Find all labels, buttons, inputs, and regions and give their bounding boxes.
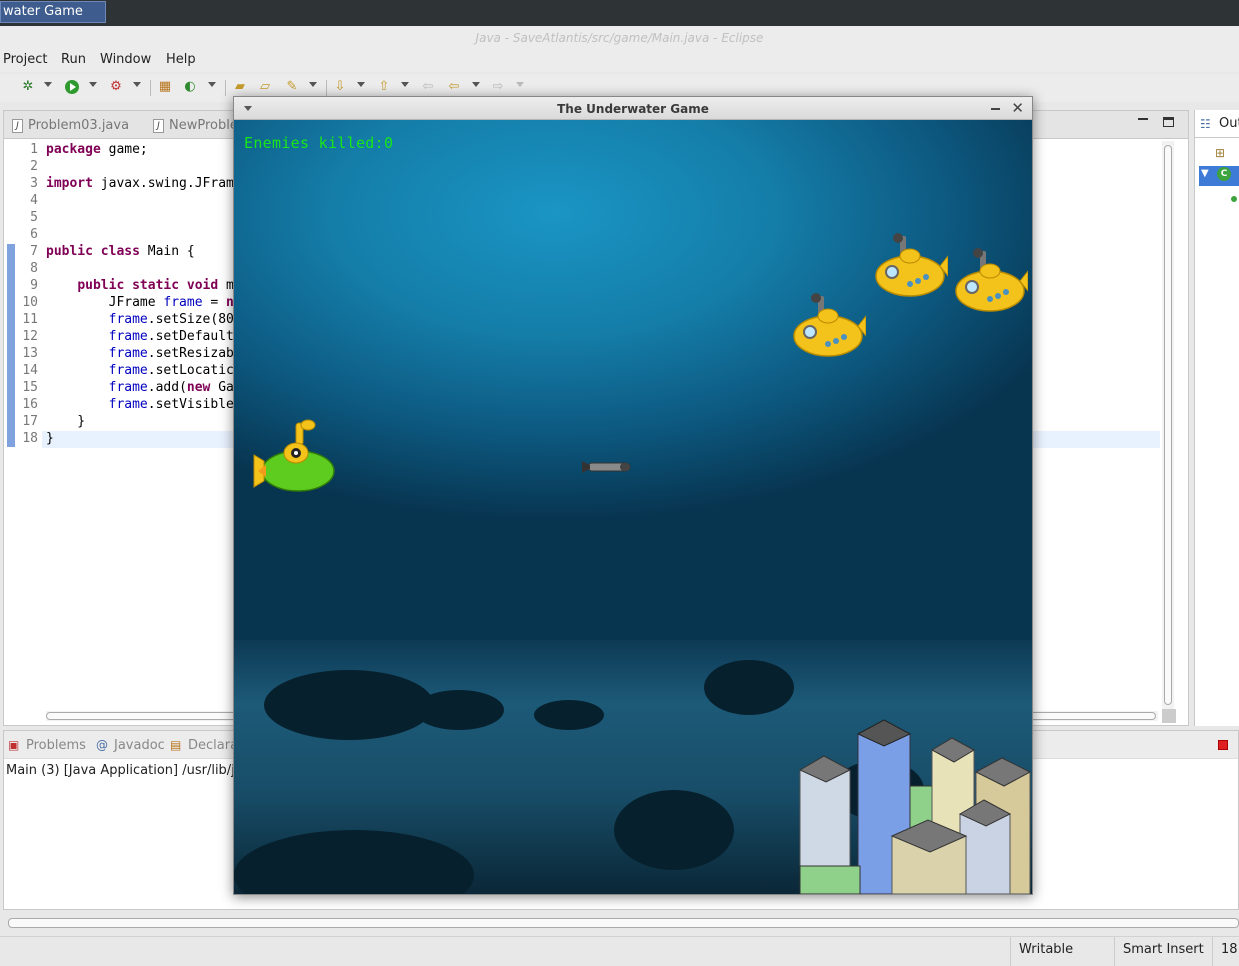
expand-toggle-icon[interactable]: ▼ <box>1201 168 1209 179</box>
debug-icon[interactable]: ✲ <box>20 79 36 95</box>
javadoc-icon: @ <box>96 738 108 752</box>
forward-dropdown-icon[interactable] <box>516 82 524 87</box>
forward-icon[interactable]: ⇨ <box>490 79 506 95</box>
previous-annotation-dropdown-icon[interactable] <box>401 82 409 87</box>
external-tools-dropdown-icon[interactable] <box>133 82 141 87</box>
eclipse-window-title: Java - SaveAtlantis/src/game/Main.java -… <box>0 26 1239 48</box>
rock <box>414 690 504 730</box>
open-type-icon[interactable]: ▰ <box>232 79 248 95</box>
cursor-position-status: 18 : <box>1212 937 1239 966</box>
toolbar-separator <box>326 80 327 96</box>
game-window-title: The Underwater Game <box>557 102 709 116</box>
enemies-killed-counter: Enemies killed:0 <box>244 134 393 152</box>
outline-item-main[interactable]: ▼ C <box>1199 166 1239 186</box>
toolbar-separator <box>150 80 151 96</box>
run-dropdown-icon[interactable] <box>89 82 97 87</box>
declaration-icon: ▤ <box>170 738 182 752</box>
rock <box>234 830 474 894</box>
next-annotation-icon[interactable]: ⇩ <box>332 79 348 95</box>
game-canvas[interactable]: Enemies killed:0 <box>234 120 1032 894</box>
search-dropdown-icon[interactable] <box>309 82 317 87</box>
tab-label: Problem03.java <box>28 118 130 133</box>
open-folder-icon[interactable]: ▱ <box>257 79 273 95</box>
enemy-submarine <box>955 248 1028 312</box>
menu-help[interactable]: Help <box>166 52 196 67</box>
class-icon: C <box>1217 167 1231 181</box>
maximize-icon[interactable] <box>1163 117 1174 127</box>
tab-label: NewProble <box>169 118 238 133</box>
minimize-icon[interactable] <box>991 108 1000 110</box>
outline-tab-label: Out <box>1219 116 1239 131</box>
last-edit-icon[interactable]: ⇦ <box>420 79 436 95</box>
game-titlebar[interactable]: The Underwater Game ✕ <box>234 97 1032 120</box>
java-file-icon: J <box>12 119 23 133</box>
system-taskbar: water Game <box>0 0 1239 26</box>
tab-problem03[interactable]: J Problem03.java <box>10 116 129 138</box>
hud-label: Enemies killed: <box>244 134 384 152</box>
enemy-submarine <box>875 233 948 297</box>
tab-javadoc[interactable]: @ Javadoc <box>96 738 165 753</box>
rock <box>534 700 604 730</box>
outline-view: ☷ Out ⊞ ▼ C <box>1194 110 1239 726</box>
rock <box>264 670 434 740</box>
rock <box>614 790 734 870</box>
tab-problems[interactable]: ▣ Problems <box>8 738 86 753</box>
next-annotation-dropdown-icon[interactable] <box>357 82 365 87</box>
atlantis-city <box>798 719 1032 894</box>
new-class-icon[interactable]: ◐ <box>182 79 198 95</box>
new-class-dropdown-icon[interactable] <box>208 82 216 87</box>
import-declarations-icon[interactable]: ⊞ <box>1215 146 1225 160</box>
external-tools-icon[interactable]: ⚙ <box>108 79 124 95</box>
status-bar: Writable Smart Insert 18 : <box>0 936 1239 966</box>
scrollbar-thumb[interactable] <box>1164 145 1172 705</box>
search-icon[interactable]: ✎ <box>284 79 300 95</box>
console-process-label: Main (3) [Java Application] /usr/lib/jvm… <box>6 763 260 778</box>
tab-outline[interactable]: ☷ Out <box>1195 110 1239 138</box>
tab-declaration[interactable]: ▤ Declara <box>170 738 238 753</box>
tab-newproblem[interactable]: J NewProble <box>151 116 238 138</box>
problems-icon: ▣ <box>8 738 20 752</box>
menu-window[interactable]: Window <box>100 52 151 67</box>
writable-status: Writable <box>1010 937 1114 966</box>
hud-value: 0 <box>383 134 394 152</box>
close-icon[interactable]: ✕ <box>1011 99 1024 117</box>
method-icon[interactable] <box>1231 196 1237 202</box>
menu-run[interactable]: Run <box>61 52 86 67</box>
back-dropdown-icon[interactable] <box>472 82 480 87</box>
toolbar-separator <box>225 80 226 96</box>
run-icon[interactable] <box>64 79 80 95</box>
insert-mode-status: Smart Insert <box>1114 937 1212 966</box>
menu-bar: Project Run Window Help <box>0 48 1239 72</box>
game-window: The Underwater Game ✕ Enemies killed:0 <box>233 96 1033 895</box>
editor-vertical-scrollbar[interactable] <box>1162 141 1174 709</box>
minimize-icon[interactable] <box>1138 118 1148 120</box>
enemy-submarine <box>793 293 866 357</box>
java-file-icon: J <box>153 119 164 133</box>
scroll-corner <box>1162 709 1176 723</box>
console-horizontal-scrollbar[interactable] <box>8 918 1239 928</box>
debug-dropdown-icon[interactable] <box>44 82 52 87</box>
taskbar-window-button[interactable]: water Game <box>0 1 106 23</box>
terminate-icon[interactable] <box>1218 740 1228 750</box>
new-package-icon[interactable]: ▦ <box>157 79 173 95</box>
menu-project[interactable]: Project <box>3 52 47 67</box>
torpedo <box>582 461 631 473</box>
player-submarine <box>253 419 335 492</box>
outline-icon: ☷ <box>1200 117 1211 131</box>
previous-annotation-icon[interactable]: ⇧ <box>376 79 392 95</box>
rock <box>704 660 794 715</box>
back-icon[interactable]: ⇦ <box>446 79 462 95</box>
